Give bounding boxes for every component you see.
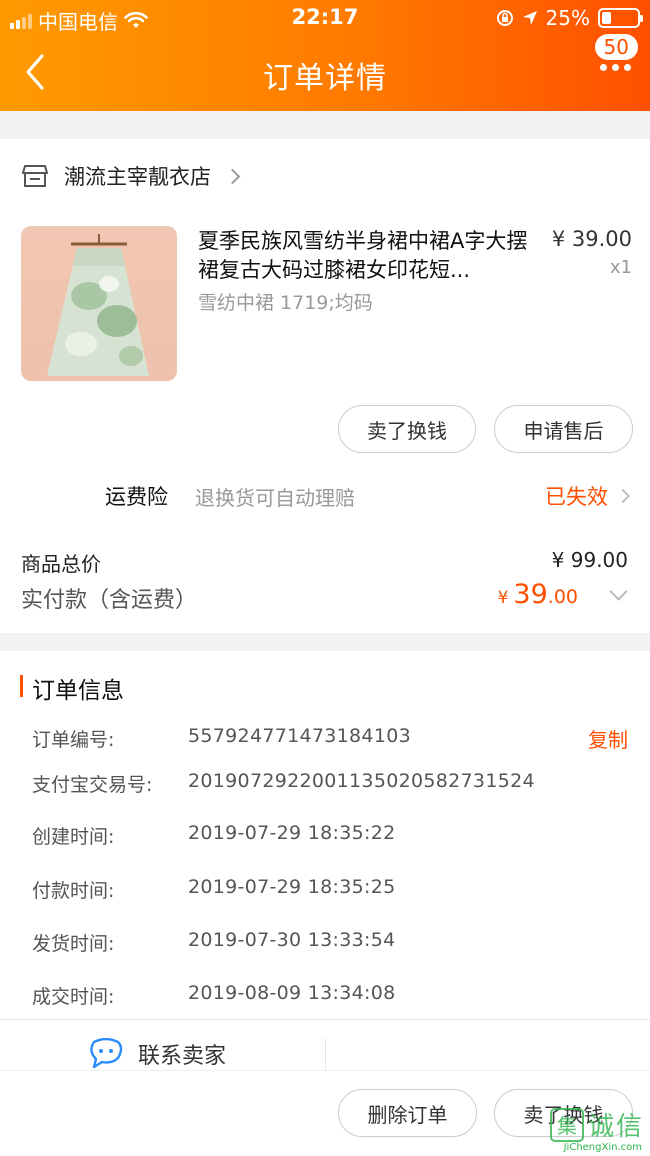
paid-amount-value: ¥ 39 .00: [498, 579, 578, 610]
orientation-lock-icon: [496, 10, 513, 26]
product-image[interactable]: [21, 226, 177, 381]
created-time-value: 2019-07-29 18:35:22: [188, 822, 396, 844]
chat-icon: [90, 1038, 123, 1069]
alipay-trade-label: 支付宝交易号:: [32, 774, 153, 796]
vertical-divider: [325, 1038, 326, 1072]
status-right: 25%: [496, 6, 643, 30]
battery-percent: 25%: [545, 6, 590, 30]
order-info-title: 订单信息: [32, 678, 124, 704]
sell-for-cash-button[interactable]: 卖了换钱: [338, 405, 476, 453]
section-accent-bar: [20, 675, 23, 697]
message-badge: 50: [594, 34, 638, 60]
product-price: ¥ 39.00: [551, 227, 632, 251]
created-time-label: 创建时间:: [32, 826, 115, 848]
shipped-time-value: 2019-07-30 13:33:54: [188, 929, 396, 951]
app-header: 中国电信 22:17 25% 订单详情 50: [0, 0, 650, 111]
completed-time-value: 2019-08-09 13:34:08: [188, 982, 396, 1004]
battery-icon: [598, 8, 643, 28]
copy-order-number-button[interactable]: 复制: [588, 724, 628, 753]
paid-amount-label: 实付款（含运费）: [21, 588, 198, 613]
completed-time-label: 成交时间:: [32, 986, 115, 1008]
goods-total-value: ¥ 99.00: [551, 548, 628, 572]
chevron-right-icon: [224, 168, 241, 184]
shipping-insurance-status[interactable]: 已失效: [545, 481, 631, 511]
location-icon: [522, 11, 537, 25]
store-icon: [22, 165, 48, 187]
skirt-image: [47, 234, 149, 376]
status-bar: 中国电信 22:17 25%: [0, 0, 650, 36]
product-quantity: x1: [609, 257, 632, 278]
after-sale-button[interactable]: 申请售后: [494, 405, 633, 453]
paid-amount-integer: 39: [513, 579, 548, 610]
product-spec: 雪纺中裙 1719;均码: [198, 292, 373, 314]
watermark-text: 诚信: [587, 1112, 644, 1142]
page-title: 订单详情: [263, 61, 387, 96]
alipay-trade-value: 2019072922001135020582731524: [188, 770, 535, 792]
shop-link[interactable]: 潮流主宰靓衣店: [22, 161, 241, 191]
delete-order-button[interactable]: 删除订单: [338, 1089, 477, 1137]
watermark-logo: 集 诚信: [549, 1106, 644, 1143]
shipped-time-label: 发货时间:: [32, 933, 115, 955]
contact-seller-button[interactable]: 联系卖家: [88, 1038, 226, 1070]
more-icon: [600, 64, 631, 71]
order-product-card: 潮流主宰靓衣店 夏季民族风雪纺半身裙中裙A字大摆裙复古大码过膝裙女印花短... …: [0, 139, 650, 633]
insurance-status-text: 已失效: [545, 485, 608, 509]
watermark-url: JiChengXin.com: [563, 1142, 642, 1153]
currency-symbol: ¥: [497, 588, 509, 608]
goods-total-label: 商品总价: [21, 552, 101, 576]
order-number-label: 订单编号:: [32, 729, 115, 751]
paid-amount-decimal: .00: [547, 586, 578, 608]
product-title[interactable]: 夏季民族风雪纺半身裙中裙A字大摆裙复古大码过膝裙女印花短...: [198, 227, 540, 285]
shop-name: 潮流主宰靓衣店: [64, 165, 211, 189]
chevron-right-icon: [615, 488, 631, 504]
contact-seller-label: 联系卖家: [138, 1044, 227, 1069]
watermark-icon: 集: [549, 1107, 584, 1142]
shipping-insurance-label: 运费险: [105, 485, 168, 509]
shipping-insurance-desc: 退换货可自动理赔: [195, 486, 355, 510]
chevron-down-icon[interactable]: [609, 582, 628, 601]
paid-time-label: 付款时间:: [32, 880, 115, 902]
paid-time-value: 2019-07-29 18:35:25: [188, 876, 396, 898]
order-number-value: 557924771473184103: [188, 725, 411, 747]
divider: [0, 1019, 650, 1020]
